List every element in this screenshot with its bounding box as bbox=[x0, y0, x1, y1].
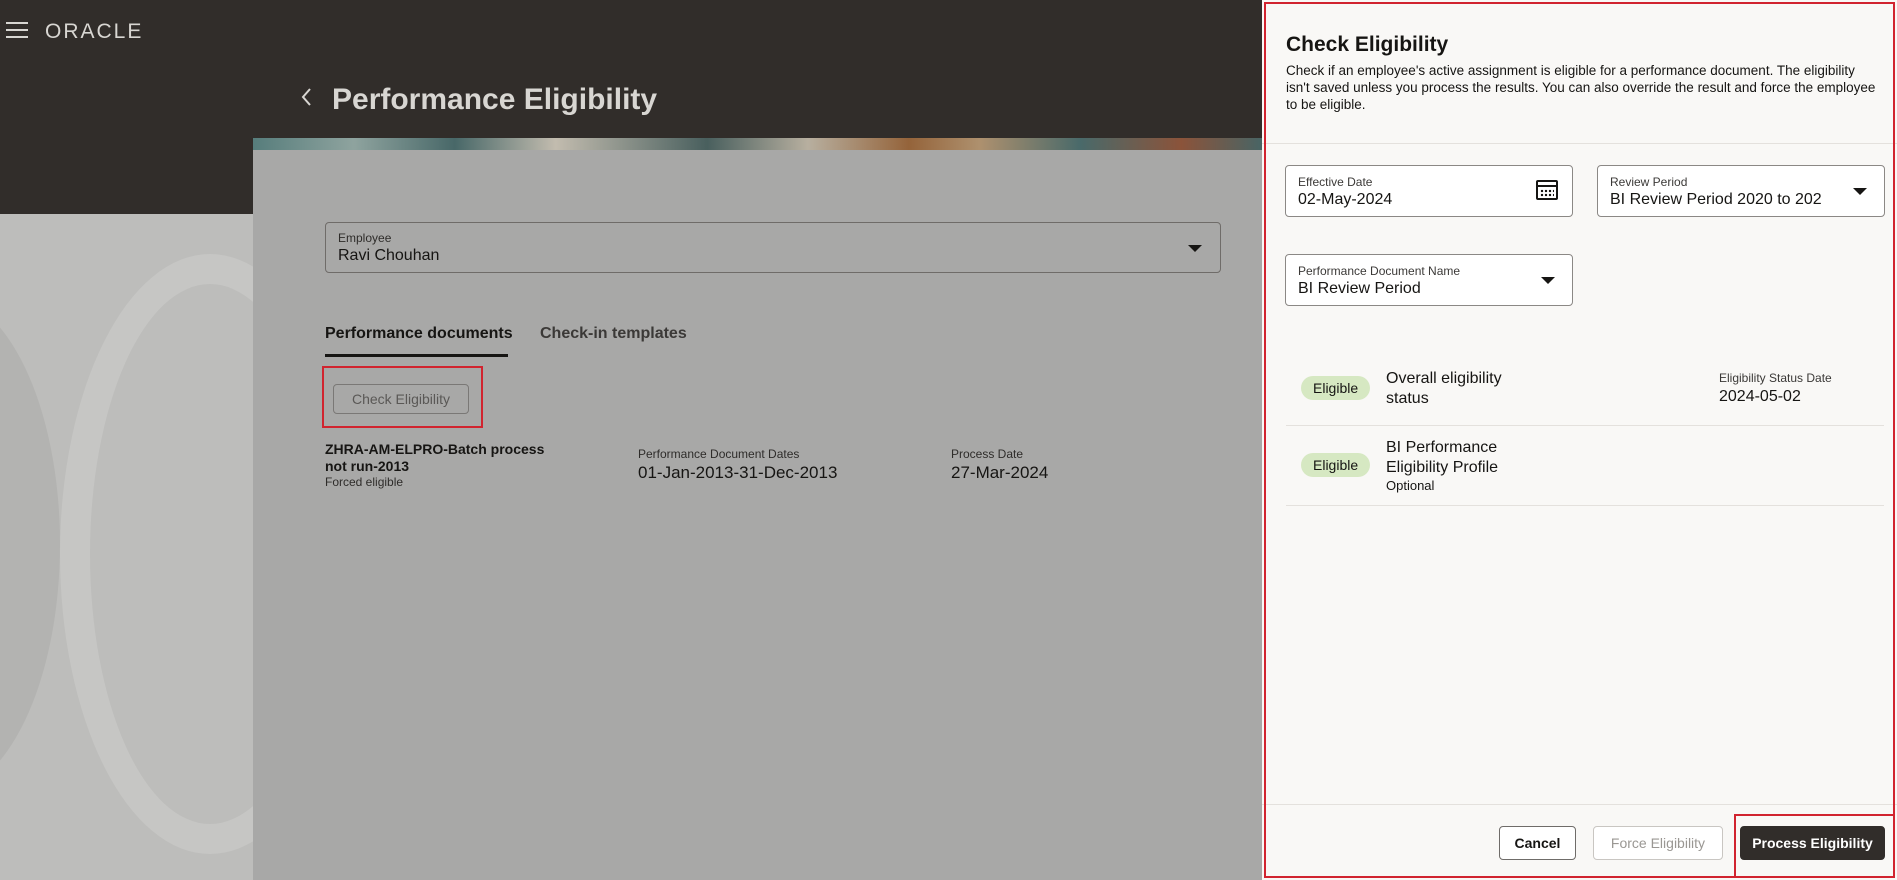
highlight-process-eligibility bbox=[1734, 814, 1895, 878]
active-tab-indicator bbox=[325, 354, 508, 357]
highlight-check-eligibility bbox=[322, 366, 483, 428]
calendar-icon[interactable] bbox=[1536, 180, 1558, 200]
employee-select[interactable]: Employee Ravi Chouhan bbox=[325, 222, 1221, 273]
result-title-line2: status bbox=[1386, 390, 1429, 407]
document-status: Forced eligible bbox=[325, 475, 404, 489]
process-date-label: Process Date bbox=[951, 447, 1024, 461]
document-title[interactable]: ZHRA-AM-ELPRO-Batch process not run-2013 bbox=[325, 441, 565, 475]
check-eligibility-drawer bbox=[1262, 0, 1897, 880]
eligible-badge: Eligible bbox=[1301, 376, 1371, 400]
drawer-divider bbox=[1262, 143, 1897, 144]
chevron-down-icon[interactable] bbox=[1853, 188, 1867, 195]
performance-document-name-value: BI Review Period bbox=[1298, 280, 1421, 297]
background-pattern bbox=[0, 214, 253, 880]
result-title-line2: Eligibility Profile bbox=[1386, 459, 1499, 476]
eligible-badge: Eligible bbox=[1301, 453, 1371, 477]
hamburger-menu-icon[interactable] bbox=[6, 22, 28, 40]
review-period-label: Review Period bbox=[1610, 175, 1688, 189]
drawer-title: Check Eligibility bbox=[1286, 33, 1449, 56]
employee-value: Ravi Chouhan bbox=[338, 247, 440, 264]
page-title: Performance Eligibility bbox=[332, 83, 658, 116]
oracle-logo: ORACLE bbox=[45, 20, 144, 43]
cancel-button[interactable]: Cancel bbox=[1499, 826, 1576, 860]
eligibility-status-date-label: Eligibility Status Date bbox=[1719, 371, 1832, 385]
row-divider bbox=[1286, 425, 1884, 426]
result-title-line1: Overall eligibility bbox=[1386, 370, 1502, 387]
back-chevron-icon[interactable] bbox=[298, 86, 316, 108]
effective-date-input[interactable]: 02-May-2024 bbox=[1298, 191, 1518, 209]
tab-check-in-templates[interactable]: Check-in templates bbox=[540, 325, 687, 343]
drawer-description: Check if an employee's active assignment… bbox=[1286, 63, 1876, 112]
review-period-value: BI Review Period 2020 to 2025 bbox=[1610, 191, 1822, 208]
document-dates-label: Performance Document Dates bbox=[638, 447, 800, 461]
result-title-line1: BI Performance bbox=[1386, 439, 1498, 456]
effective-date-label: Effective Date bbox=[1298, 175, 1373, 189]
review-period-select[interactable]: Review Period BI Review Period 2020 to 2… bbox=[1597, 165, 1885, 217]
footer-divider bbox=[1262, 804, 1897, 805]
row-divider bbox=[1286, 505, 1884, 506]
eligibility-status-date-value: 2024-05-02 bbox=[1719, 388, 1801, 405]
performance-document-name-select[interactable]: Performance Document Name BI Review Peri… bbox=[1285, 254, 1573, 306]
force-eligibility-button[interactable]: Force Eligibility bbox=[1593, 826, 1723, 860]
chevron-down-icon[interactable] bbox=[1541, 277, 1555, 284]
result-optional-label: Optional bbox=[1386, 478, 1435, 493]
decorative-banner bbox=[253, 138, 1262, 150]
effective-date-field[interactable]: Effective Date 02-May-2024 bbox=[1285, 165, 1573, 217]
process-date-value: 27-Mar-2024 bbox=[951, 463, 1049, 482]
document-dates-value: 01-Jan-2013-31-Dec-2013 bbox=[638, 463, 838, 482]
performance-document-name-label: Performance Document Name bbox=[1298, 264, 1461, 278]
chevron-down-icon[interactable] bbox=[1188, 245, 1202, 252]
tab-performance-documents[interactable]: Performance documents bbox=[325, 325, 513, 343]
employee-label: Employee bbox=[338, 231, 392, 245]
